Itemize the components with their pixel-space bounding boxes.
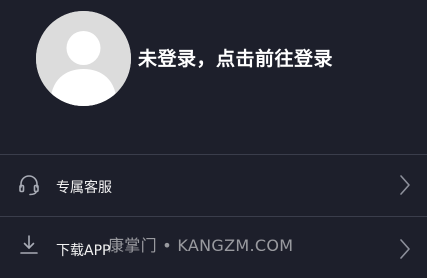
login-profile-area[interactable]: 未登录，点击前往登录	[0, 0, 427, 150]
login-prompt[interactable]: 未登录，点击前往登录	[138, 44, 333, 71]
menu-item-customer-service[interactable]: 专属客服	[0, 156, 427, 216]
default-avatar-icon[interactable]	[36, 11, 131, 106]
divider	[0, 154, 427, 155]
headset-icon	[17, 173, 41, 197]
menu-item-label: 下载APP	[56, 243, 111, 259]
chevron-right-icon	[398, 174, 412, 196]
divider	[0, 216, 427, 217]
watermark: 康掌门 • KANGZM.COM	[108, 236, 294, 255]
chevron-right-icon	[398, 238, 412, 260]
download-icon	[17, 233, 41, 257]
menu-item-label: 专属客服	[56, 180, 112, 196]
